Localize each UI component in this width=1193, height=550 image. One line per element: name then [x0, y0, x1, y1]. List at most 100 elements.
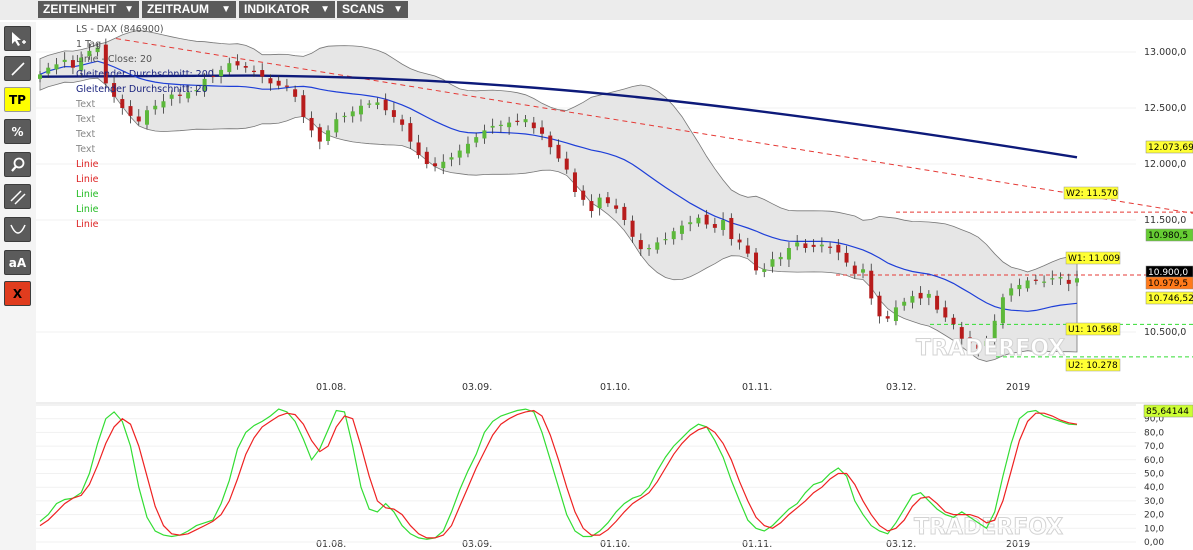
- candle-body: [778, 256, 783, 260]
- legend-item: Linie: [76, 219, 99, 230]
- legend-item: Linie: [76, 204, 99, 215]
- menu-label: ZEITEINHEIT: [43, 2, 117, 16]
- candle-body: [597, 197, 602, 209]
- legend-item: Text: [76, 144, 96, 155]
- candle-body: [326, 130, 331, 142]
- watermark: TRADERFOX: [914, 515, 1063, 540]
- candle-body: [745, 245, 750, 254]
- stoch-y-tick-label: 30,0: [1144, 497, 1164, 507]
- line-tool-button[interactable]: [4, 56, 31, 81]
- candle-body: [828, 246, 833, 248]
- candle-body: [46, 67, 51, 74]
- delete-tool-button[interactable]: X: [4, 281, 31, 306]
- menu-label: ZEITRAUM: [147, 2, 209, 16]
- candle-body: [663, 239, 668, 241]
- tp-tool-button[interactable]: TP: [4, 87, 31, 112]
- candle-body: [885, 316, 890, 319]
- candle-body: [770, 259, 775, 267]
- legend-item: Text: [76, 114, 96, 125]
- candle-body: [498, 124, 503, 126]
- y-tick-label: 11.500,0: [1144, 215, 1186, 226]
- candle-body: [564, 158, 569, 170]
- price-label: 10.900,0: [1148, 268, 1188, 278]
- level-label: U1: 10.568: [1068, 325, 1118, 335]
- candle-body: [317, 127, 322, 142]
- candle-body: [375, 102, 380, 105]
- candle-body: [251, 70, 256, 73]
- curve-tool-button[interactable]: [4, 217, 31, 242]
- candle-body: [507, 122, 512, 128]
- candle-body: [655, 242, 660, 250]
- legend-item: Text: [76, 129, 96, 140]
- curve-icon: [10, 224, 26, 234]
- candle-body: [334, 119, 339, 133]
- candle-body: [416, 142, 421, 156]
- candle-body: [811, 244, 816, 247]
- candle-body: [893, 307, 898, 322]
- candle-body: [515, 120, 520, 122]
- candle-body: [1058, 277, 1063, 279]
- menu-zeiteinheit[interactable]: ZEITEINHEIT ▼: [38, 1, 139, 18]
- candle-body: [688, 222, 693, 225]
- candle-body: [795, 242, 800, 247]
- y-tick-label: 13.000,0: [1144, 47, 1186, 58]
- candle-body: [762, 269, 767, 272]
- candle-body: [737, 239, 742, 243]
- x-tick-label: 03.12.: [886, 382, 916, 393]
- stoch-y-tick-label: 20,0: [1144, 511, 1164, 521]
- candle-body: [819, 244, 824, 247]
- candle-body: [161, 101, 166, 108]
- candle-body: [424, 151, 429, 164]
- candle-body: [902, 301, 907, 306]
- menu-scans[interactable]: SCANS ▼: [337, 1, 408, 18]
- y-tick-label: 12.500,0: [1144, 103, 1186, 114]
- candle-body: [1025, 280, 1030, 289]
- candle-body: [1000, 297, 1005, 324]
- candle-body: [408, 123, 413, 142]
- x-tick-label: 03.09.: [462, 382, 492, 393]
- legend-item: LS - DAX (846900): [76, 24, 164, 35]
- percent-tool-button[interactable]: %: [4, 119, 31, 144]
- level-label: U2: 10.278: [1068, 361, 1118, 371]
- search-icon: [11, 157, 25, 172]
- price-label: 10.746,52: [1148, 294, 1193, 304]
- candle-body: [342, 115, 347, 118]
- candle-body: [638, 240, 643, 250]
- candle-body: [219, 69, 224, 77]
- candle-body: [836, 244, 841, 253]
- menu-label: SCANS: [342, 2, 385, 16]
- candle-body: [70, 60, 75, 68]
- candle-body: [1075, 278, 1079, 283]
- candle-body: [531, 122, 536, 129]
- candle-body: [589, 201, 594, 212]
- text-tool-button[interactable]: aA: [4, 250, 31, 275]
- candle-body: [433, 163, 438, 167]
- candle-body: [465, 143, 470, 154]
- menu-indikator[interactable]: INDIKATOR ▼: [239, 1, 335, 18]
- cursor-tool-button[interactable]: [4, 26, 31, 51]
- candle-body: [1033, 279, 1038, 281]
- chart-canvas[interactable]: TRADERFOX TRADERFOX 13.000,0 12.500,0 12.000…: [36, 22, 1193, 550]
- candle-body: [861, 269, 866, 273]
- menu-zeitraum[interactable]: ZEITRAUM ▼: [142, 1, 236, 18]
- candle-body: [144, 110, 149, 125]
- candle-body: [358, 105, 363, 115]
- zoom-tool-button[interactable]: [4, 152, 31, 177]
- candle-body: [548, 135, 553, 148]
- candle-body: [910, 296, 915, 303]
- price-label: 12.073,69: [1148, 143, 1193, 153]
- candle-body: [1009, 288, 1014, 296]
- candle-body: [490, 125, 495, 128]
- cursor-icon: [12, 32, 26, 46]
- channel-tool-button[interactable]: [4, 184, 31, 209]
- candle-body: [622, 206, 627, 220]
- candle-body: [754, 252, 759, 271]
- legend-item: Gleitender Durchschnitt: 20: [76, 84, 208, 95]
- level-label: W1: 11.009: [1068, 254, 1120, 264]
- candle-body: [301, 95, 306, 117]
- x-tick-label: 03.09.: [462, 539, 492, 550]
- candle-body: [120, 99, 125, 108]
- candle-body: [260, 70, 265, 77]
- x-tick-label: 01.08.: [316, 539, 346, 550]
- stoch-y-tick-label: 50,0: [1144, 470, 1164, 480]
